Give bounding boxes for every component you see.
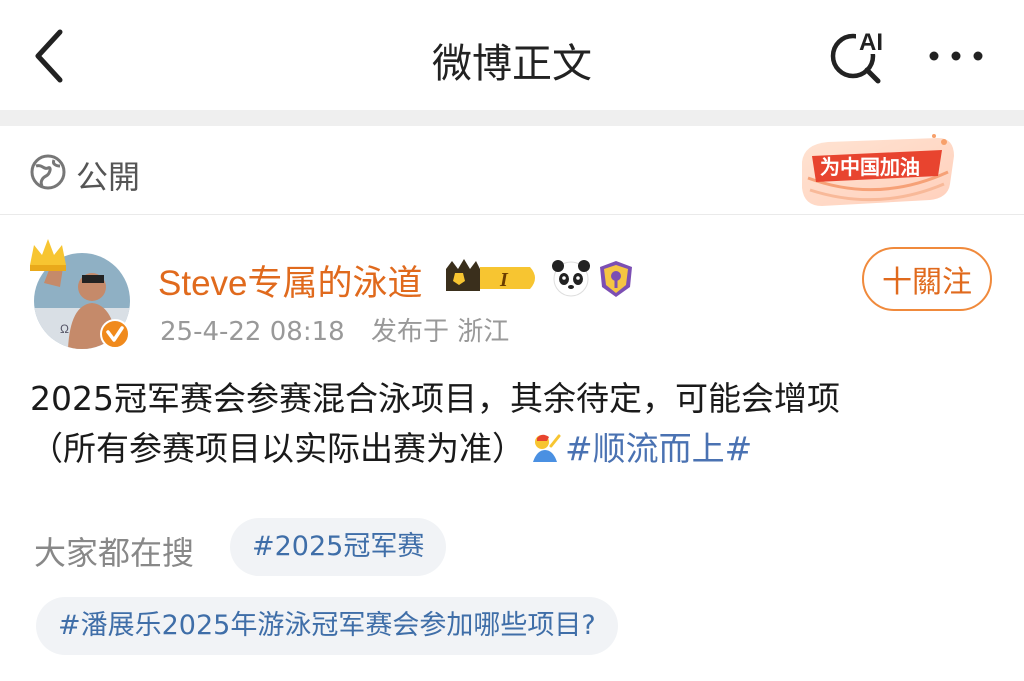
verified-badge-icon [100,319,130,349]
ai-label: AI [859,29,883,56]
post-timestamp: 25-4-22 08:18 [160,317,345,347]
avatar-container[interactable]: Ω [26,235,136,355]
section-divider [0,110,1024,126]
cheer-china-banner[interactable]: 为中国加油 [798,132,958,210]
trending-chip[interactable]: #潘展乐2025年游泳冠军赛会参加哪些项目? [36,597,618,655]
author-row: Ω Steve专属的泳道 I 25-4-22 08:18 发布于 浙江 十關注 [0,215,1024,365]
visibility-row: 公開 为中国加油 [0,126,1024,215]
trending-label: 大家都在搜 [34,534,195,572]
follow-button[interactable]: 十關注 [862,247,992,311]
post-text-line-1: 2025冠军赛会参赛混合泳项目，其余待定，可能会增项 [30,379,840,418]
banner-text: 为中国加油 [820,155,920,179]
more-options-icon[interactable] [926,46,986,66]
globe-icon [30,154,66,190]
crown-icon [30,239,66,271]
vip-level-number: I [499,269,509,291]
svg-text:Ω: Ω [60,322,69,336]
ai-search-icon[interactable]: AI [826,26,890,86]
post-text-line-2-body: （所有参赛项目以实际出赛为准） [30,429,525,468]
post-location: 发布于 浙江 [370,317,510,347]
visibility-label: 公開 [76,158,141,196]
user-badges: I [446,259,632,297]
shield-badge-icon [600,261,632,297]
panda-icon [552,260,590,297]
author-name[interactable]: Steve专属的泳道 [158,255,423,306]
trending-chip[interactable]: #2025冠军赛 [230,518,447,576]
post-meta: 25-4-22 08:18 发布于 浙江 [160,311,527,348]
vip-level-badge-icon[interactable]: I [446,259,535,291]
post-content: 2025冠军赛会参赛混合泳项目，其余待定，可能会增项 （所有参赛项目以实际出赛为… [30,374,1000,474]
swimmer-emoji-icon [533,434,561,462]
topic-link[interactable]: #顺流而上# [565,429,752,468]
post-text-line-2: （所有参赛项目以实际出赛为准） #顺流而上# [30,424,1000,474]
top-nav-bar: 微博正文 AI [0,0,1024,110]
